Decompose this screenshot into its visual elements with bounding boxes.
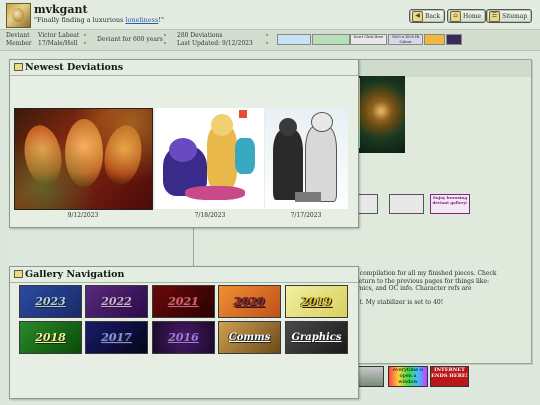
last-updated: Last Updated: 9/12/2023 (177, 40, 253, 47)
stamp-7[interactable] (446, 34, 462, 45)
gallery-navigation-panel: Gallery Navigation 2023 2022 2021 2020 2… (9, 266, 359, 399)
back-button[interactable]: ◀ Back (409, 9, 445, 23)
gallery-tile-2017[interactable]: 2017 (85, 321, 148, 354)
gallery-tile-2018[interactable]: 2018 (19, 321, 82, 354)
gallery-tile-graphics[interactable]: Graphics (285, 321, 348, 354)
home-button[interactable]: ⌂ Home (447, 9, 487, 23)
home-icon: ⌂ (450, 10, 461, 22)
tagline: "Finally finding a luxurious loneliness!… (34, 16, 164, 24)
deviation-count: 280 Deviations (177, 32, 223, 39)
deviation-thumb-2[interactable] (155, 108, 264, 210)
stamp-4[interactable]: Don't Click Here (350, 34, 387, 45)
gallery-navigation-title: Gallery Navigation (25, 269, 125, 280)
stamp-5[interactable]: 1000 x 1000 Hi Colour (388, 34, 423, 45)
tenure: Deviant for 600 years (97, 36, 163, 43)
deviation-date-3: 7/17/2023 (290, 212, 322, 219)
folder-image-icon (14, 63, 23, 71)
gallery-tile-2019[interactable]: 2019 (285, 285, 348, 318)
gallery-tile-2021[interactable]: 2021 (152, 285, 215, 318)
back-button-label: Back (425, 12, 440, 20)
profile-header: mvkgant "Finally finding a luxurious lon… (0, 0, 540, 29)
gallery-tile-2022[interactable]: 2022 (85, 285, 148, 318)
info-bar: Deviant Member Victor Labeat 17/Male/Hel… (0, 29, 540, 51)
deviation-thumb-3[interactable] (265, 108, 348, 210)
sitemap-button-label: Sitemap (502, 12, 528, 20)
stamp-6[interactable] (424, 34, 445, 45)
real-name: Victor Labeat (38, 32, 80, 39)
small-button-2[interactable] (389, 194, 424, 214)
tagline-link[interactable]: loneliness (125, 16, 158, 24)
bottom-stamp-1[interactable] (358, 366, 384, 387)
folder-icon (14, 270, 23, 278)
role-line1: Deviant (6, 32, 30, 39)
about-line-2: Return to the previous pages for things … (354, 277, 490, 285)
internet-ends-here-stamp[interactable]: INTERNET ENDS HERE! (430, 366, 469, 387)
back-arrow-icon: ◀ (412, 10, 423, 22)
about-line-1: n compilation for all my finished pieces… (354, 270, 497, 277)
gallery-tile-2023[interactable]: 2023 (19, 285, 82, 318)
bottom-stamp-2[interactable]: everytime u open a window (388, 366, 428, 387)
username[interactable]: mvkgant (34, 3, 88, 16)
about-line-4: let. My stabilizer is set to 40! (354, 298, 444, 306)
about-text: n compilation for all my finished pieces… (354, 270, 529, 312)
gallery-tile-2020[interactable]: 2020 (218, 285, 281, 318)
stamp-2[interactable] (312, 34, 350, 45)
sitemap-button[interactable]: ☰ Sitemap (486, 9, 533, 23)
gallery-tile-comms[interactable]: Comms (218, 321, 281, 354)
gallery-tile-2016[interactable]: 2016 (152, 321, 215, 354)
deviation-date-1: 9/12/2023 (67, 212, 99, 219)
newest-deviations-panel: Newest Deviations 9/12/2023 7/18/2023 7/… (9, 59, 359, 228)
user-details: 17/Male/Hell (38, 40, 78, 47)
avatar[interactable] (6, 3, 31, 28)
deviation-date-2: 7/18/2023 (194, 212, 226, 219)
deviation-thumb-1[interactable] (14, 108, 153, 210)
left-edge (0, 49, 8, 405)
about-line-3: omics, and OC info. Character refs are (354, 285, 472, 292)
sitemap-icon: ☰ (489, 10, 500, 22)
home-button-label: Home (463, 12, 482, 20)
stamp-1[interactable] (277, 34, 311, 45)
role-line2: Member (6, 40, 32, 47)
newest-deviations-title: Newest Deviations (25, 62, 124, 73)
enjoy-browsing-button[interactable]: Enjoy browsing deviant gallery! (430, 194, 470, 214)
